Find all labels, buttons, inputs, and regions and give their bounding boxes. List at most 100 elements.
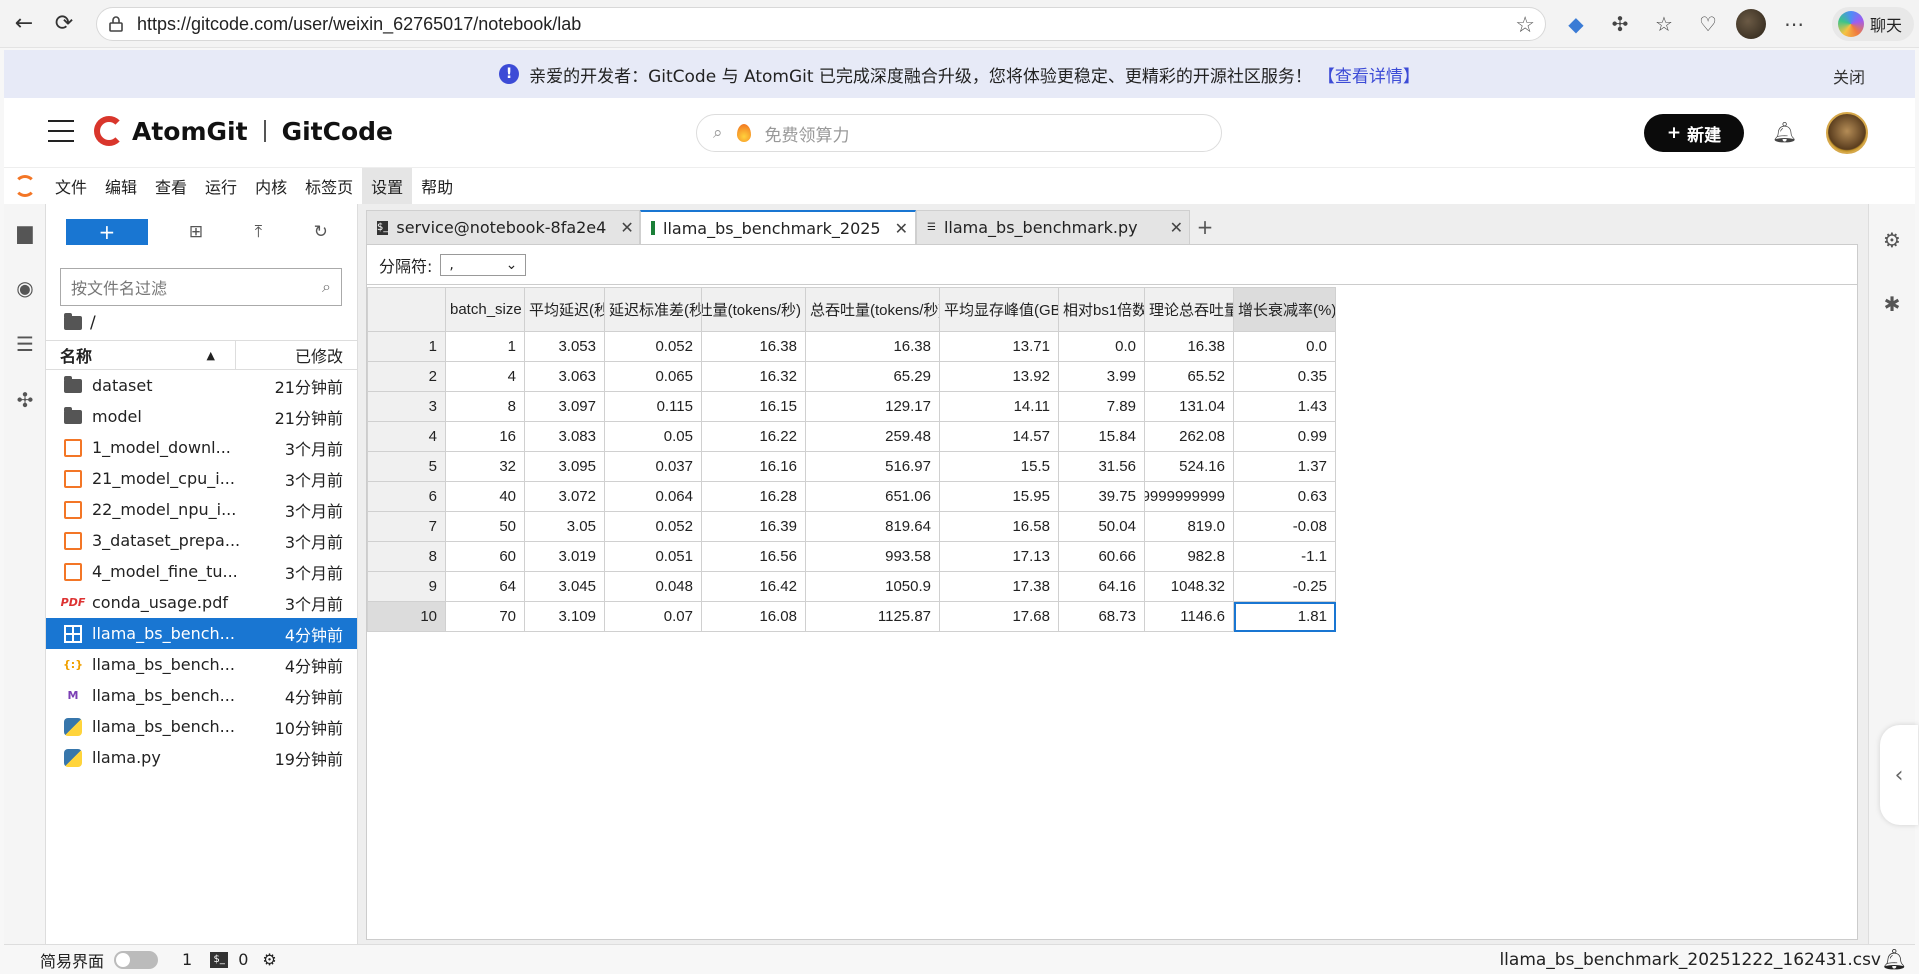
table-cell[interactable]: 516.97: [805, 451, 940, 482]
csv-grid[interactable]: batch_size平均延迟(秒)延迟标准差(秒)吞吐量(tokens/秒)总吞…: [367, 287, 1336, 632]
column-header[interactable]: 相对bs1倍数: [1058, 287, 1145, 332]
table-cell[interactable]: 50.04: [1058, 511, 1145, 542]
column-header[interactable]: 总吞吐量(tokens/秒): [805, 287, 940, 332]
table-cell[interactable]: 262.08: [1144, 421, 1234, 452]
table-cell[interactable]: 17.38: [939, 571, 1059, 602]
chevron-left-icon[interactable]: ‹: [1880, 725, 1918, 825]
table-cell[interactable]: 17.13: [939, 541, 1059, 572]
new-launcher-button[interactable]: +: [66, 219, 148, 245]
table-cell[interactable]: 14.57: [939, 421, 1059, 452]
table-cell[interactable]: 819.0: [1144, 511, 1234, 542]
table-cell[interactable]: 0.0: [1233, 331, 1336, 362]
table-cell[interactable]: 15.95: [939, 481, 1059, 512]
table-cell[interactable]: 0.048: [604, 571, 702, 602]
more-options-icon[interactable]: ⋯: [1778, 8, 1810, 40]
table-cell[interactable]: 0.037: [604, 451, 702, 482]
table-cell[interactable]: 16: [445, 421, 525, 452]
table-of-contents-icon[interactable]: ☰: [4, 316, 46, 372]
file-row[interactable]: 21_model_cpu_i... 3个月前: [46, 463, 357, 494]
extension-manager-puzzle-icon[interactable]: ✣: [4, 372, 46, 428]
table-cell[interactable]: 1146.6: [1144, 601, 1234, 632]
column-header[interactable]: 平均显存峰值(GB): [939, 287, 1059, 332]
user-avatar[interactable]: [1826, 112, 1868, 154]
banner-details-link[interactable]: 【查看详情】: [1318, 62, 1420, 87]
tab-terminal[interactable]: $_ service@notebook-8fa2e4 ✕: [366, 210, 640, 244]
hamburger-menu-icon[interactable]: [48, 120, 74, 142]
menu-run[interactable]: 运行: [196, 168, 246, 204]
table-cell[interactable]: 16.15: [701, 391, 806, 422]
table-cell[interactable]: 60: [445, 541, 525, 572]
file-row[interactable]: 22_model_npu_i... 3个月前: [46, 494, 357, 525]
table-cell[interactable]: -0.25: [1233, 571, 1336, 602]
close-tab-icon[interactable]: ✕: [895, 219, 908, 238]
favorite-star-icon[interactable]: ☆: [1515, 12, 1535, 38]
table-cell[interactable]: 1.37: [1233, 451, 1336, 482]
table-cell[interactable]: 4: [445, 361, 525, 392]
upload-icon[interactable]: ⤒: [240, 219, 276, 245]
table-cell[interactable]: 0.064: [604, 481, 702, 512]
table-cell[interactable]: 60.66: [1058, 541, 1145, 572]
table-cell[interactable]: 31.56: [1058, 451, 1145, 482]
file-row[interactable]: 4_model_fine_tu... 3个月前: [46, 556, 357, 587]
row-number[interactable]: 6: [367, 481, 446, 512]
table-cell[interactable]: -1.1: [1233, 541, 1336, 572]
notification-bell-icon[interactable]: 🔔︎: [1772, 120, 1797, 144]
column-header[interactable]: 理论总吞吐量: [1144, 287, 1234, 332]
table-cell[interactable]: 15.5: [939, 451, 1059, 482]
table-cell[interactable]: 129.17: [805, 391, 940, 422]
row-number[interactable]: 2: [367, 361, 446, 392]
file-row[interactable]: {:} llama_bs_bench... 4分钟前: [46, 649, 357, 680]
table-cell[interactable]: 0.63: [1233, 481, 1336, 512]
row-number[interactable]: 5: [367, 451, 446, 482]
table-cell[interactable]: 3.05: [524, 511, 605, 542]
table-cell[interactable]: 0.052: [604, 511, 702, 542]
table-cell[interactable]: 16.42: [701, 571, 806, 602]
delimiter-select[interactable]: , ⌄: [440, 253, 527, 276]
new-button[interactable]: + 新建: [1644, 114, 1744, 152]
file-filter-input[interactable]: 按文件名过滤 ⌕: [60, 268, 342, 306]
breadcrumb-path[interactable]: /: [90, 313, 96, 333]
close-tab-icon[interactable]: ✕: [620, 218, 633, 237]
table-cell[interactable]: 16.32: [701, 361, 806, 392]
table-cell[interactable]: 16.38: [805, 331, 940, 362]
row-number[interactable]: 3: [367, 391, 446, 422]
debugger-bug-icon[interactable]: ✱: [1869, 272, 1915, 336]
table-cell[interactable]: 0.065: [604, 361, 702, 392]
table-cell[interactable]: 70: [445, 601, 525, 632]
column-header[interactable]: 延迟标准差(秒): [604, 287, 702, 332]
table-cell[interactable]: 1048.32: [1144, 571, 1234, 602]
table-cell[interactable]: 16.08: [701, 601, 806, 632]
table-cell[interactable]: 50: [445, 511, 525, 542]
table-cell[interactable]: 15.84: [1058, 421, 1145, 452]
menu-edit[interactable]: 编辑: [96, 168, 146, 204]
column-modified-header[interactable]: 已修改: [236, 343, 357, 367]
table-cell[interactable]: 993.58: [805, 541, 940, 572]
row-number[interactable]: 1: [367, 331, 446, 362]
table-cell[interactable]: 999999999999: [1144, 481, 1234, 512]
table-cell[interactable]: 64: [445, 571, 525, 602]
table-cell[interactable]: 3.045: [524, 571, 605, 602]
table-cell[interactable]: 17.68: [939, 601, 1059, 632]
table-cell[interactable]: 3.99: [1058, 361, 1145, 392]
table-cell[interactable]: 3.072: [524, 481, 605, 512]
column-header[interactable]: batch_size: [445, 287, 525, 332]
file-browser-folder-icon[interactable]: ▆: [4, 204, 46, 260]
notification-bell-icon[interactable]: 🔔︎: [1882, 947, 1907, 971]
table-cell[interactable]: 131.04: [1144, 391, 1234, 422]
table-cell[interactable]: 1.43: [1233, 391, 1336, 422]
menu-file[interactable]: 文件: [46, 168, 96, 204]
file-row[interactable]: PDF conda_usage.pdf 3个月前: [46, 587, 357, 618]
table-cell[interactable]: 982.8: [1144, 541, 1234, 572]
table-cell[interactable]: 0.052: [604, 331, 702, 362]
table-cell[interactable]: 0.051: [604, 541, 702, 572]
row-number[interactable]: 7: [367, 511, 446, 542]
profile-avatar[interactable]: [1736, 9, 1766, 39]
health-heart-icon[interactable]: ♡: [1692, 8, 1724, 40]
table-cell[interactable]: 0.115: [604, 391, 702, 422]
brand-logo[interactable]: AtomGit GitCode: [94, 116, 393, 146]
table-cell[interactable]: 3.109: [524, 601, 605, 632]
new-folder-icon[interactable]: ⊞: [178, 219, 214, 245]
table-cell[interactable]: 0.35: [1233, 361, 1336, 392]
column-header[interactable]: 吞吐量(tokens/秒): [701, 287, 806, 332]
table-cell[interactable]: 13.92: [939, 361, 1059, 392]
